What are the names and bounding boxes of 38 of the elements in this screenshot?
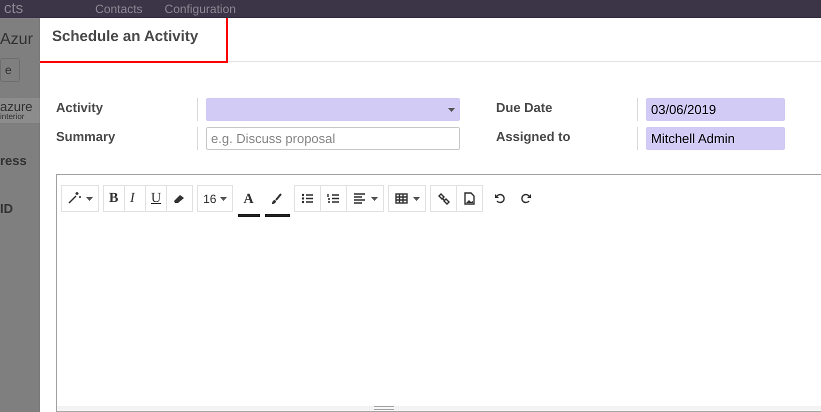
caret-icon	[448, 108, 455, 112]
magic-wand-icon	[67, 191, 82, 206]
input-field[interactable]: Mitchell Admin	[646, 127, 785, 150]
wand-button[interactable]	[61, 185, 99, 212]
app-title: cts	[4, 0, 24, 19]
input-field[interactable]: e.g. Discuss proposal	[206, 127, 460, 150]
align-button[interactable]	[346, 185, 384, 212]
number-list-button[interactable]	[320, 185, 348, 212]
redo-icon	[518, 191, 534, 206]
field-label: Due Date	[496, 98, 638, 121]
resize-handle[interactable]	[57, 406, 821, 411]
image-button[interactable]	[456, 185, 484, 212]
align-icon	[352, 191, 368, 206]
caret-icon	[86, 196, 93, 200]
record-title: Azur	[0, 30, 34, 50]
dialog-title: Schedule an Activity	[40, 18, 226, 61]
link-button[interactable]	[430, 185, 458, 212]
table-icon	[394, 191, 410, 206]
field-label: Assigned to	[496, 127, 638, 150]
font-size-button[interactable]: 16	[197, 185, 234, 212]
field-label: ID	[0, 200, 14, 218]
underline-button[interactable]: U	[145, 185, 168, 212]
image-icon	[462, 191, 478, 206]
company-logo: azure interior	[0, 98, 40, 123]
caret-icon	[371, 196, 378, 200]
eraser-button[interactable]	[166, 185, 194, 212]
field-label: Summary	[56, 127, 198, 150]
field-label: ress	[0, 152, 28, 170]
field-label: Activity	[56, 98, 198, 121]
caret-icon	[413, 196, 420, 200]
bullet-list-button[interactable]	[294, 185, 322, 212]
table-button[interactable]	[388, 185, 426, 212]
bold-button[interactable]: B	[103, 185, 125, 212]
italic-button[interactable]: I	[124, 185, 146, 212]
caret-icon	[220, 196, 228, 200]
link-icon	[436, 191, 452, 206]
input-field[interactable]: 03/06/2019	[646, 98, 785, 121]
bullet-list-icon	[300, 191, 316, 206]
